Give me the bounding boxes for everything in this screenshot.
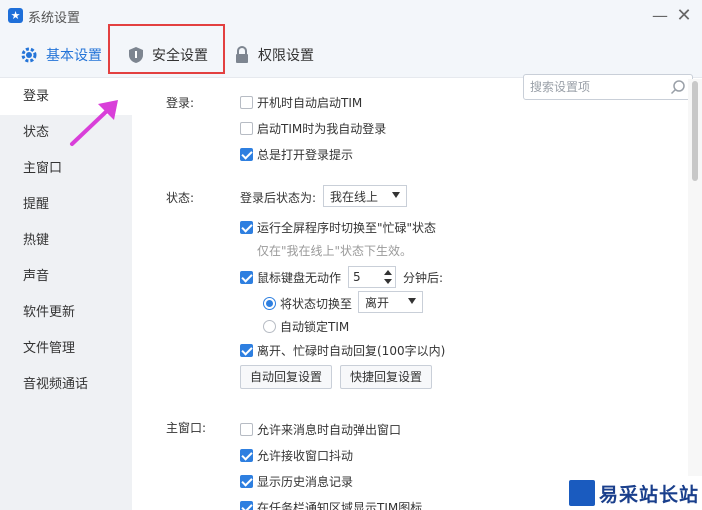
auto-lock-radio[interactable]	[263, 320, 276, 333]
quick-reply-settings-button[interactable]: 快捷回复设置	[340, 365, 432, 389]
tab-basic-settings[interactable]: 基本设置	[20, 32, 102, 78]
history-label: 显示历史消息记录	[257, 475, 354, 489]
auto-login-option[interactable]: 启动TIM时为我自动登录	[240, 120, 386, 137]
tray-icon-checkbox[interactable]	[240, 501, 253, 510]
login-prompt-option[interactable]: 总是打开登录提示	[240, 146, 353, 163]
login-prompt-label: 总是打开登录提示	[257, 148, 354, 162]
title-bar: ★ 系统设置 — ✕	[0, 0, 702, 32]
after-login-status-select[interactable]: 我在线上	[323, 185, 407, 207]
after-login-status-label: 登录后状态为:	[240, 191, 317, 205]
auto-popup-label: 允许来消息时自动弹出窗口	[257, 423, 402, 437]
tab-permission-settings[interactable]: 权限设置	[234, 32, 314, 78]
minimize-icon[interactable]: —	[650, 6, 670, 26]
tray-icon-label: 在任务栏通知区域显示TIM图标	[257, 501, 423, 510]
switch-status-radio[interactable]	[263, 297, 276, 310]
window-shake-checkbox[interactable]	[240, 449, 253, 462]
stepper-up-icon[interactable]	[384, 270, 392, 275]
watermark: 易采站长站	[565, 476, 702, 510]
stepper-down-icon[interactable]	[384, 279, 392, 284]
fullscreen-busy-option[interactable]: 运行全屏程序时切换至"忙碌"状态	[240, 219, 436, 236]
switch-status-label: 将状态切换至	[280, 297, 353, 311]
switch-status-select[interactable]: 离开	[358, 291, 423, 313]
history-checkbox[interactable]	[240, 475, 253, 488]
idle-checkbox[interactable]	[240, 271, 253, 284]
fullscreen-busy-hint: 仅在"我在线上"状态下生效。	[257, 244, 413, 258]
close-icon[interactable]: ✕	[674, 6, 694, 26]
idle-label: 鼠标键盘无动作	[257, 271, 342, 285]
idle-minutes-value: 5	[353, 270, 361, 284]
tab-label: 权限设置	[258, 48, 314, 64]
window-shake-option[interactable]: 允许接收窗口抖动	[240, 447, 353, 464]
sidebar-item-main-window[interactable]: 主窗口	[0, 151, 132, 187]
lock-icon	[234, 46, 250, 64]
status-section-title: 状态:	[166, 191, 195, 205]
watermark-logo-icon	[569, 480, 595, 506]
shield-icon	[128, 46, 144, 64]
auto-reply-checkbox[interactable]	[240, 344, 253, 357]
auto-lock-label: 自动锁定TIM	[280, 320, 350, 334]
auto-popup-checkbox[interactable]	[240, 423, 253, 436]
main-window-section-title: 主窗口:	[166, 421, 207, 435]
content-scrollbar[interactable]	[688, 79, 702, 510]
auto-login-checkbox[interactable]	[240, 122, 253, 135]
gear-icon	[20, 46, 38, 64]
login-section-title: 登录:	[166, 96, 195, 110]
tab-label: 安全设置	[152, 48, 208, 64]
app-logo-icon: ★	[8, 8, 23, 23]
auto-lock-option[interactable]: 自动锁定TIM	[263, 318, 349, 335]
tray-icon-option[interactable]: 在任务栏通知区域显示TIM图标	[240, 499, 422, 510]
window-shake-label: 允许接收窗口抖动	[257, 449, 354, 463]
auto-login-label: 启动TIM时为我自动登录	[257, 122, 387, 136]
tab-label: 基本设置	[46, 48, 102, 64]
annotation-arrow	[70, 100, 118, 146]
tab-security-settings[interactable]: 安全设置	[128, 32, 208, 78]
sidebar-item-sound[interactable]: 声音	[0, 259, 132, 295]
history-option[interactable]: 显示历史消息记录	[240, 473, 353, 490]
fullscreen-busy-checkbox[interactable]	[240, 221, 253, 234]
sidebar-item-av-call[interactable]: 音视频通话	[0, 367, 132, 403]
sidebar-item-file-management[interactable]: 文件管理	[0, 331, 132, 367]
auto-popup-option[interactable]: 允许来消息时自动弹出窗口	[240, 421, 401, 438]
idle-minutes-suffix: 分钟后:	[403, 271, 444, 285]
auto-reply-label: 离开、忙碌时自动回复(100字以内)	[257, 344, 446, 358]
tab-bar: 基本设置 安全设置 权限设置	[0, 32, 702, 100]
switch-status-option[interactable]: 将状态切换至	[263, 295, 352, 312]
window-title: 系统设置	[28, 11, 81, 26]
settings-content: 登录: 开机时自动启动TIM 启动TIM时为我自动登录 总是打开登录提示 状态:…	[132, 79, 688, 510]
auto-start-checkbox[interactable]	[240, 96, 253, 109]
select-value: 离开	[365, 295, 390, 310]
fullscreen-busy-label: 运行全屏程序时切换至"忙碌"状态	[257, 221, 437, 235]
auto-reply-option[interactable]: 离开、忙碌时自动回复(100字以内)	[240, 342, 445, 359]
chevron-down-icon	[392, 192, 400, 198]
auto-start-label: 开机时自动启动TIM	[257, 96, 363, 110]
scrollbar-thumb[interactable]	[692, 81, 698, 181]
auto-start-option[interactable]: 开机时自动启动TIM	[240, 94, 362, 111]
sidebar-item-reminder[interactable]: 提醒	[0, 187, 132, 223]
watermark-text: 易采站长站	[599, 483, 700, 506]
sidebar-item-hotkey[interactable]: 热键	[0, 223, 132, 259]
idle-minutes-stepper[interactable]: 5	[348, 266, 396, 288]
auto-reply-settings-button[interactable]: 自动回复设置	[240, 365, 332, 389]
sidebar-item-software-update[interactable]: 软件更新	[0, 295, 132, 331]
idle-option[interactable]: 鼠标键盘无动作	[240, 269, 341, 286]
chevron-down-icon	[408, 298, 416, 304]
login-prompt-checkbox[interactable]	[240, 148, 253, 161]
select-value: 我在线上	[330, 189, 379, 204]
